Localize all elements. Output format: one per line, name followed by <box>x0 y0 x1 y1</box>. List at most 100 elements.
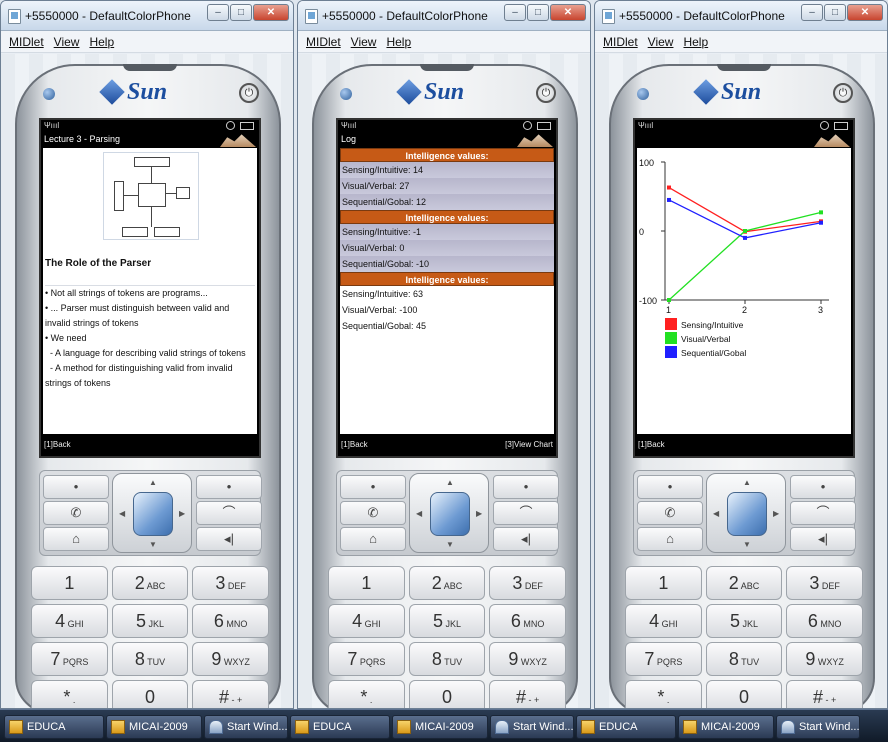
home-button[interactable]: ⌂ <box>340 527 406 551</box>
dpad-select-button[interactable] <box>133 492 173 536</box>
key-5[interactable]: 5 JKL <box>408 604 486 638</box>
key-4[interactable]: 4 GHI <box>625 604 702 638</box>
dpad[interactable]: ▲ ▼ ◀ ▶ <box>409 473 489 553</box>
menu-view[interactable]: View <box>54 31 80 52</box>
left-softkey-button[interactable]: • <box>43 475 109 499</box>
right-softkey-button[interactable]: • <box>493 475 559 499</box>
taskbar-button[interactable]: EDUCA <box>576 715 676 739</box>
log-content[interactable]: Intelligence values: Sensing/Intuitive: … <box>340 148 554 434</box>
dpad-right-icon[interactable]: ▶ <box>476 509 482 518</box>
back-softkey[interactable]: [1]Back <box>341 440 368 449</box>
power-button[interactable]: ⏻ <box>833 83 853 103</box>
menu-help[interactable]: Help <box>89 31 114 52</box>
dpad-down-icon[interactable]: ▼ <box>446 540 454 549</box>
call-button[interactable]: ✆ <box>340 501 406 525</box>
dpad-down-icon[interactable]: ▼ <box>743 540 751 549</box>
taskbar-button[interactable]: MICAI-2009 <box>392 715 488 739</box>
dpad-down-icon[interactable]: ▼ <box>149 540 157 549</box>
menu-midlet[interactable]: MIDlet <box>603 31 638 52</box>
key-4[interactable]: 4 GHI <box>328 604 405 638</box>
menu-midlet[interactable]: MIDlet <box>306 31 341 52</box>
dpad-left-icon[interactable]: ◀ <box>713 509 719 518</box>
key-star[interactable]: * . <box>625 680 702 708</box>
call-button[interactable]: ✆ <box>637 501 703 525</box>
maximize-button[interactable]: □ <box>230 4 252 21</box>
key-8[interactable]: 8 TUV <box>705 642 783 676</box>
home-button[interactable]: ⌂ <box>637 527 703 551</box>
key-3[interactable]: 3 DEF <box>489 566 566 600</box>
minimize-button[interactable]: – <box>504 4 526 21</box>
maximize-button[interactable]: □ <box>527 4 549 21</box>
taskbar-button[interactable]: Start Wind... <box>204 715 288 739</box>
key-9[interactable]: 9 WXYZ <box>786 642 863 676</box>
menu-view[interactable]: View <box>351 31 377 52</box>
back-softkey[interactable]: [1]Back <box>638 440 665 449</box>
close-button[interactable]: ✕ <box>550 4 586 21</box>
key-hash[interactable]: # - + <box>786 680 863 708</box>
power-button[interactable]: ⏻ <box>239 83 259 103</box>
key-3[interactable]: 3 DEF <box>192 566 269 600</box>
taskbar-button[interactable]: Start Wind... <box>490 715 574 739</box>
dpad-up-icon[interactable]: ▲ <box>149 478 157 487</box>
title-bar[interactable]: +5550000 - DefaultColorPhone – □ ✕ <box>595 1 887 31</box>
key-0[interactable]: 0 <box>705 680 783 708</box>
lecture-content[interactable]: The Role of the Parser • Not all strings… <box>43 148 257 434</box>
taskbar-button[interactable]: MICAI-2009 <box>678 715 774 739</box>
title-bar[interactable]: +5550000 - DefaultColorPhone – □ ✕ <box>298 1 590 31</box>
dpad-left-icon[interactable]: ◀ <box>416 509 422 518</box>
left-softkey-button[interactable]: • <box>637 475 703 499</box>
dpad-right-icon[interactable]: ▶ <box>179 509 185 518</box>
dpad[interactable]: ▲ ▼ ◀ ▶ <box>706 473 786 553</box>
close-button[interactable]: ✕ <box>253 4 289 21</box>
key-5[interactable]: 5 JKL <box>705 604 783 638</box>
key-9[interactable]: 9 WXYZ <box>489 642 566 676</box>
key-4[interactable]: 4 GHI <box>31 604 108 638</box>
key-6[interactable]: 6 MNO <box>489 604 566 638</box>
key-hash[interactable]: # - + <box>192 680 269 708</box>
key-9[interactable]: 9 WXYZ <box>192 642 269 676</box>
end-call-button[interactable]: ⌒ <box>790 501 856 525</box>
menu-help[interactable]: Help <box>683 31 708 52</box>
taskbar-button[interactable]: MICAI-2009 <box>106 715 202 739</box>
right-softkey-button[interactable]: • <box>790 475 856 499</box>
dpad-up-icon[interactable]: ▲ <box>743 478 751 487</box>
left-softkey-button[interactable]: • <box>340 475 406 499</box>
taskbar-button[interactable]: Start Wind... <box>776 715 860 739</box>
key-hash[interactable]: # - + <box>489 680 566 708</box>
menu-midlet[interactable]: MIDlet <box>9 31 44 52</box>
menu-help[interactable]: Help <box>386 31 411 52</box>
key-8[interactable]: 8 TUV <box>111 642 189 676</box>
minimize-button[interactable]: – <box>207 4 229 21</box>
dpad[interactable]: ▲ ▼ ◀ ▶ <box>112 473 192 553</box>
close-button[interactable]: ✕ <box>847 4 883 21</box>
key-2[interactable]: 2 ABC <box>408 566 486 600</box>
end-call-button[interactable]: ⌒ <box>196 501 262 525</box>
key-2[interactable]: 2 ABC <box>705 566 783 600</box>
key-7[interactable]: 7 PQRS <box>31 642 108 676</box>
clear-button[interactable]: ◂| <box>493 527 559 551</box>
clear-button[interactable]: ◂| <box>196 527 262 551</box>
key-2[interactable]: 2 ABC <box>111 566 189 600</box>
key-5[interactable]: 5 JKL <box>111 604 189 638</box>
view-chart-softkey[interactable]: [3]View Chart <box>505 434 553 456</box>
menu-view[interactable]: View <box>648 31 674 52</box>
dpad-left-icon[interactable]: ◀ <box>119 509 125 518</box>
key-1[interactable]: 1 <box>625 566 702 600</box>
key-6[interactable]: 6 MNO <box>786 604 863 638</box>
dpad-select-button[interactable] <box>727 492 767 536</box>
maximize-button[interactable]: □ <box>824 4 846 21</box>
key-6[interactable]: 6 MNO <box>192 604 269 638</box>
key-1[interactable]: 1 <box>31 566 108 600</box>
taskbar-button[interactable]: EDUCA <box>290 715 390 739</box>
key-star[interactable]: * . <box>328 680 405 708</box>
back-softkey[interactable]: [1]Back <box>44 440 71 449</box>
key-1[interactable]: 1 <box>328 566 405 600</box>
key-7[interactable]: 7 PQRS <box>625 642 702 676</box>
taskbar-button[interactable]: EDUCA <box>4 715 104 739</box>
chart-content[interactable]: 100 0 -100 1 2 3 Sensing/Intuitive Visual/Verba… <box>637 148 851 434</box>
dpad-right-icon[interactable]: ▶ <box>773 509 779 518</box>
key-0[interactable]: 0 <box>111 680 189 708</box>
dpad-select-button[interactable] <box>430 492 470 536</box>
power-button[interactable]: ⏻ <box>536 83 556 103</box>
call-button[interactable]: ✆ <box>43 501 109 525</box>
